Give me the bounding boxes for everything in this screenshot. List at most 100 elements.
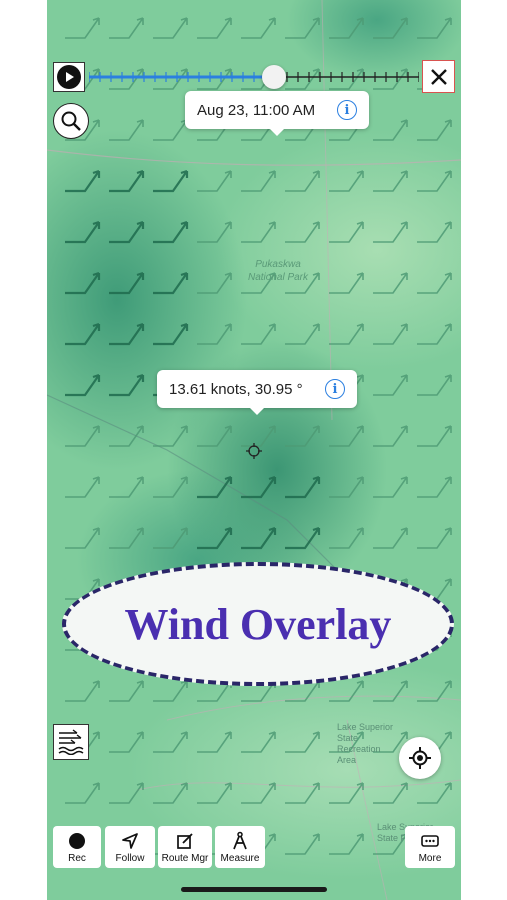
- close-button[interactable]: [422, 60, 455, 93]
- wind-arrow: [153, 17, 188, 39]
- wind-arrow: [153, 271, 189, 295]
- map-screen[interactable]: Pukaskwa National Park Lake Superior Sta…: [47, 0, 461, 900]
- wind-arrow: [329, 425, 364, 447]
- crosshair-icon: [246, 443, 262, 459]
- wind-arrow: [65, 322, 101, 346]
- more-label: More: [418, 853, 442, 864]
- wind-arrow: [373, 425, 408, 447]
- wind-arrow: [373, 119, 408, 141]
- wind-arrow: [417, 782, 452, 804]
- wind-arrow: [153, 322, 189, 346]
- wind-arrow: [373, 527, 408, 549]
- wind-arrow: [197, 731, 232, 753]
- wind-arrow: [109, 425, 144, 447]
- play-button[interactable]: [53, 62, 85, 92]
- wind-arrow: [241, 323, 276, 345]
- wind-arrow: [65, 169, 101, 193]
- wind-arrow: [241, 17, 276, 39]
- wind-arrow: [329, 680, 364, 702]
- info-icon[interactable]: i: [325, 379, 345, 399]
- compass-divider-icon: [233, 831, 247, 850]
- follow-button[interactable]: Follow: [105, 826, 155, 868]
- rec-label: Rec: [68, 853, 86, 864]
- more-button[interactable]: More: [405, 826, 455, 868]
- wind-arrow: [109, 119, 144, 141]
- wind-arrow: [285, 425, 320, 447]
- wind-overlay-banner: Wind Overlay: [62, 562, 454, 686]
- wind-arrow: [329, 833, 364, 855]
- wind-reading-popup[interactable]: 13.61 knots, 30.95 ° i: [157, 370, 357, 415]
- wind-arrow: [109, 731, 144, 753]
- wind-arrow: [65, 271, 101, 295]
- location-arrow-icon: [122, 833, 138, 849]
- wind-arrow: [197, 782, 232, 804]
- wind-arrow: [109, 680, 144, 702]
- wind-arrow: [373, 221, 408, 243]
- timeline-slider[interactable]: [89, 66, 419, 88]
- wind-arrow: [417, 119, 452, 141]
- wind-arrow: [329, 527, 364, 549]
- play-icon: [57, 65, 81, 89]
- wind-arrow: [417, 374, 452, 396]
- wind-arrow: [153, 476, 188, 498]
- wind-arrow: [285, 170, 320, 192]
- wind-arrow: [109, 220, 145, 244]
- wind-arrow: [285, 731, 320, 753]
- wind-arrow: [373, 170, 408, 192]
- timestamp-popup[interactable]: Aug 23, 11:00 AM i: [185, 91, 369, 136]
- route-mgr-button[interactable]: Route Mgr: [158, 826, 212, 868]
- wind-arrow: [329, 323, 364, 345]
- locate-me-button[interactable]: [399, 737, 441, 779]
- home-indicator: [181, 887, 327, 892]
- measure-button[interactable]: Measure: [215, 826, 265, 868]
- wind-arrow: [153, 169, 189, 193]
- wind-arrow: [417, 272, 452, 294]
- search-button[interactable]: [53, 103, 89, 139]
- wind-arrow: [285, 323, 320, 345]
- wind-arrow: [197, 272, 232, 294]
- wind-arrow: [417, 425, 452, 447]
- wind-arrow: [109, 271, 145, 295]
- wind-arrow: [241, 782, 276, 804]
- wind-arrow: [65, 17, 100, 39]
- park-label: Pukaskwa National Park: [247, 259, 309, 283]
- wind-arrow: [109, 527, 144, 549]
- wind-arrow: [285, 782, 320, 804]
- wind-arrow: [197, 526, 233, 550]
- wind-arrow: [373, 272, 408, 294]
- wind-layer-button[interactable]: [53, 724, 89, 760]
- wind-arrow: [329, 476, 364, 498]
- wind-arrow: [153, 425, 188, 447]
- wind-arrow: [65, 476, 100, 498]
- wind-arrow: [241, 475, 277, 499]
- wind-arrow: [109, 169, 145, 193]
- wind-arrow: [285, 833, 320, 855]
- wind-arrow: [417, 221, 452, 243]
- record-icon: [69, 833, 85, 849]
- wind-arrow: [65, 527, 100, 549]
- wind-waves-icon: [58, 729, 84, 755]
- timeline-handle[interactable]: [261, 65, 286, 89]
- timestamp-text: Aug 23, 11:00 AM: [197, 101, 316, 119]
- wind-arrow: [373, 17, 408, 39]
- wind-arrow: [197, 221, 232, 243]
- wind-arrow: [65, 373, 101, 397]
- wind-arrow: [197, 17, 232, 39]
- more-icon: [421, 835, 439, 847]
- rec-button[interactable]: Rec: [53, 826, 101, 868]
- wind-arrow: [109, 476, 144, 498]
- wind-arrow: [417, 476, 452, 498]
- wind-arrow: [373, 374, 408, 396]
- close-icon: [430, 68, 447, 85]
- search-icon: [61, 111, 81, 131]
- wind-arrow: [329, 782, 364, 804]
- edit-route-icon: [177, 833, 193, 849]
- wind-arrow: [373, 782, 408, 804]
- wind-arrow: [417, 680, 452, 702]
- wind-arrow: [65, 425, 100, 447]
- wind-arrow: [109, 322, 145, 346]
- wind-arrow: [417, 323, 452, 345]
- wind-arrow: [153, 782, 188, 804]
- info-icon[interactable]: i: [337, 100, 357, 120]
- measure-label: Measure: [220, 853, 260, 864]
